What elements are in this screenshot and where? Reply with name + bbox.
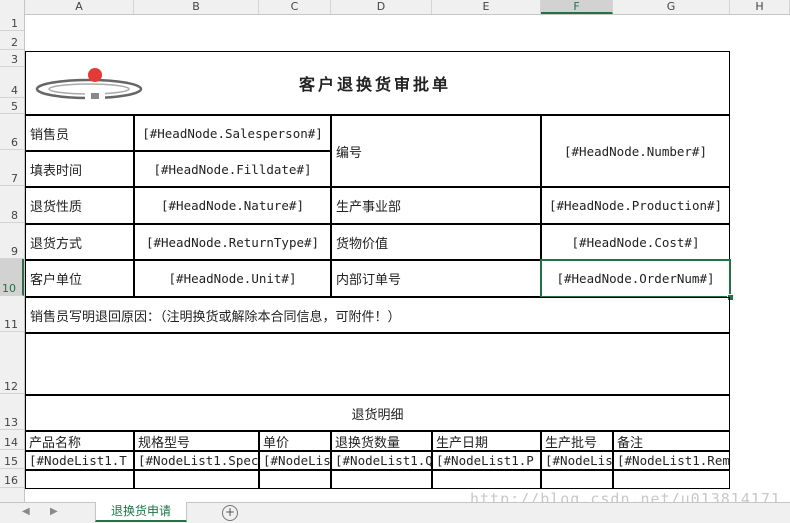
detail-header-batch[interactable]: 生产批号 bbox=[541, 431, 613, 451]
returntype-label[interactable]: 退货方式 bbox=[25, 224, 134, 260]
form-title[interactable]: 客户退换货审批单 bbox=[155, 67, 595, 99]
number-value[interactable]: [#HeadNode.Number#] bbox=[541, 115, 730, 187]
detail-empty-cell[interactable] bbox=[25, 470, 134, 489]
detail-cell-batch[interactable]: [#NodeList bbox=[541, 451, 613, 470]
detail-title[interactable]: 退货明细 bbox=[25, 395, 730, 431]
column-header-e[interactable]: E bbox=[432, 0, 541, 14]
detail-empty-cell[interactable] bbox=[613, 470, 730, 489]
row-header[interactable]: 6 bbox=[0, 114, 24, 150]
production-value[interactable]: [#HeadNode.Production#] bbox=[541, 187, 730, 224]
detail-empty-cell[interactable] bbox=[134, 470, 259, 489]
return-reason-area[interactable] bbox=[25, 333, 730, 395]
cost-label[interactable]: 货物价值 bbox=[331, 224, 541, 260]
sheet-tab-bar: ◀ ▶ 退换货申请 + bbox=[0, 502, 790, 523]
column-header-d[interactable]: D bbox=[331, 0, 432, 14]
worksheet-grid[interactable]: 客户退换货审批单 销售员 [#HeadNode.Salesperson#] 编号… bbox=[25, 15, 790, 502]
column-header-g[interactable]: G bbox=[613, 0, 730, 14]
salesperson-value[interactable]: [#HeadNode.Salesperson#] bbox=[134, 115, 331, 151]
nature-value[interactable]: [#HeadNode.Nature#] bbox=[134, 187, 331, 224]
unit-value[interactable]: [#HeadNode.Unit#] bbox=[134, 260, 331, 297]
detail-empty-cell[interactable] bbox=[259, 470, 331, 489]
row-header[interactable]: 1 bbox=[0, 14, 24, 31]
ordernum-label[interactable]: 内部订单号 bbox=[331, 260, 541, 297]
detail-header-name[interactable]: 产品名称 bbox=[25, 431, 134, 451]
detail-header-remark[interactable]: 备注 bbox=[613, 431, 730, 451]
detail-cell-price[interactable]: [#NodeList bbox=[259, 451, 331, 470]
row-header[interactable]: 7 bbox=[0, 150, 24, 186]
detail-cell-production-date[interactable]: [#NodeList1.P bbox=[432, 451, 541, 470]
cost-value[interactable]: [#HeadNode.Cost#] bbox=[541, 224, 730, 260]
row-header[interactable]: 15 bbox=[0, 450, 24, 469]
column-header-f[interactable]: F bbox=[541, 0, 613, 14]
row-header[interactable]: 10 bbox=[0, 259, 24, 296]
row-header[interactable]: 3 bbox=[0, 50, 24, 67]
row-header[interactable]: 13 bbox=[0, 394, 24, 430]
active-cell-selection bbox=[540, 259, 731, 298]
column-header-c[interactable]: C bbox=[259, 0, 331, 14]
salesperson-label[interactable]: 销售员 bbox=[25, 115, 134, 151]
company-logo bbox=[33, 65, 145, 105]
detail-header-quantity[interactable]: 退换货数量 bbox=[331, 431, 432, 451]
detail-cell-quantity[interactable]: [#NodeList1.Q bbox=[331, 451, 432, 470]
detail-header-production-date[interactable]: 生产日期 bbox=[432, 431, 541, 451]
return-reason-label[interactable]: 销售员写明退回原因：（注明换货或解除本合同信息，可附件！） bbox=[25, 297, 730, 333]
row-header[interactable]: 14 bbox=[0, 430, 24, 450]
detail-header-price[interactable]: 单价 bbox=[259, 431, 331, 451]
detail-cell-spec[interactable]: [#NodeList1.Spec bbox=[134, 451, 259, 470]
row-header-bar: 1 2 3 4 5 6 7 8 9 10 11 12 13 14 15 16 bbox=[0, 14, 25, 502]
returntype-value[interactable]: [#HeadNode.ReturnType#] bbox=[134, 224, 331, 260]
detail-empty-cell[interactable] bbox=[541, 470, 613, 489]
detail-cell-name[interactable]: [#NodeList1.T bbox=[25, 451, 134, 470]
detail-empty-cell[interactable] bbox=[432, 470, 541, 489]
column-header-b[interactable]: B bbox=[134, 0, 259, 14]
column-header-h[interactable]: H bbox=[730, 0, 790, 14]
row-header[interactable]: 5 bbox=[0, 98, 24, 114]
unit-label[interactable]: 客户单位 bbox=[25, 260, 134, 297]
sheet-tab-active[interactable]: 退换货申请 bbox=[95, 502, 187, 522]
detail-header-spec[interactable]: 规格型号 bbox=[134, 431, 259, 451]
add-sheet-icon[interactable]: + bbox=[222, 505, 238, 521]
row-header[interactable]: 8 bbox=[0, 186, 24, 223]
row-header[interactable]: 11 bbox=[0, 296, 24, 332]
nature-label[interactable]: 退货性质 bbox=[25, 187, 134, 224]
row-header[interactable]: 16 bbox=[0, 469, 24, 488]
column-header-bar: A B C D E F G H bbox=[0, 0, 790, 15]
filldate-label[interactable]: 填表时间 bbox=[25, 151, 134, 187]
row-header[interactable]: 9 bbox=[0, 223, 24, 259]
row-header[interactable]: 12 bbox=[0, 332, 24, 394]
detail-cell-remark[interactable]: [#NodeList1.Remark#] bbox=[613, 451, 730, 470]
row-header[interactable]: 4 bbox=[0, 67, 24, 98]
detail-empty-cell[interactable] bbox=[331, 470, 432, 489]
filldate-value[interactable]: [#HeadNode.Filldate#] bbox=[134, 151, 331, 187]
number-label[interactable]: 编号 bbox=[331, 115, 541, 187]
row-header[interactable]: 2 bbox=[0, 31, 24, 50]
scroll-right-icon[interactable]: ▶ bbox=[50, 506, 58, 517]
column-header-a[interactable]: A bbox=[25, 0, 134, 14]
scroll-left-icon[interactable]: ◀ bbox=[22, 506, 30, 517]
select-all-corner[interactable] bbox=[0, 0, 25, 14]
production-label[interactable]: 生产事业部 bbox=[331, 187, 541, 224]
